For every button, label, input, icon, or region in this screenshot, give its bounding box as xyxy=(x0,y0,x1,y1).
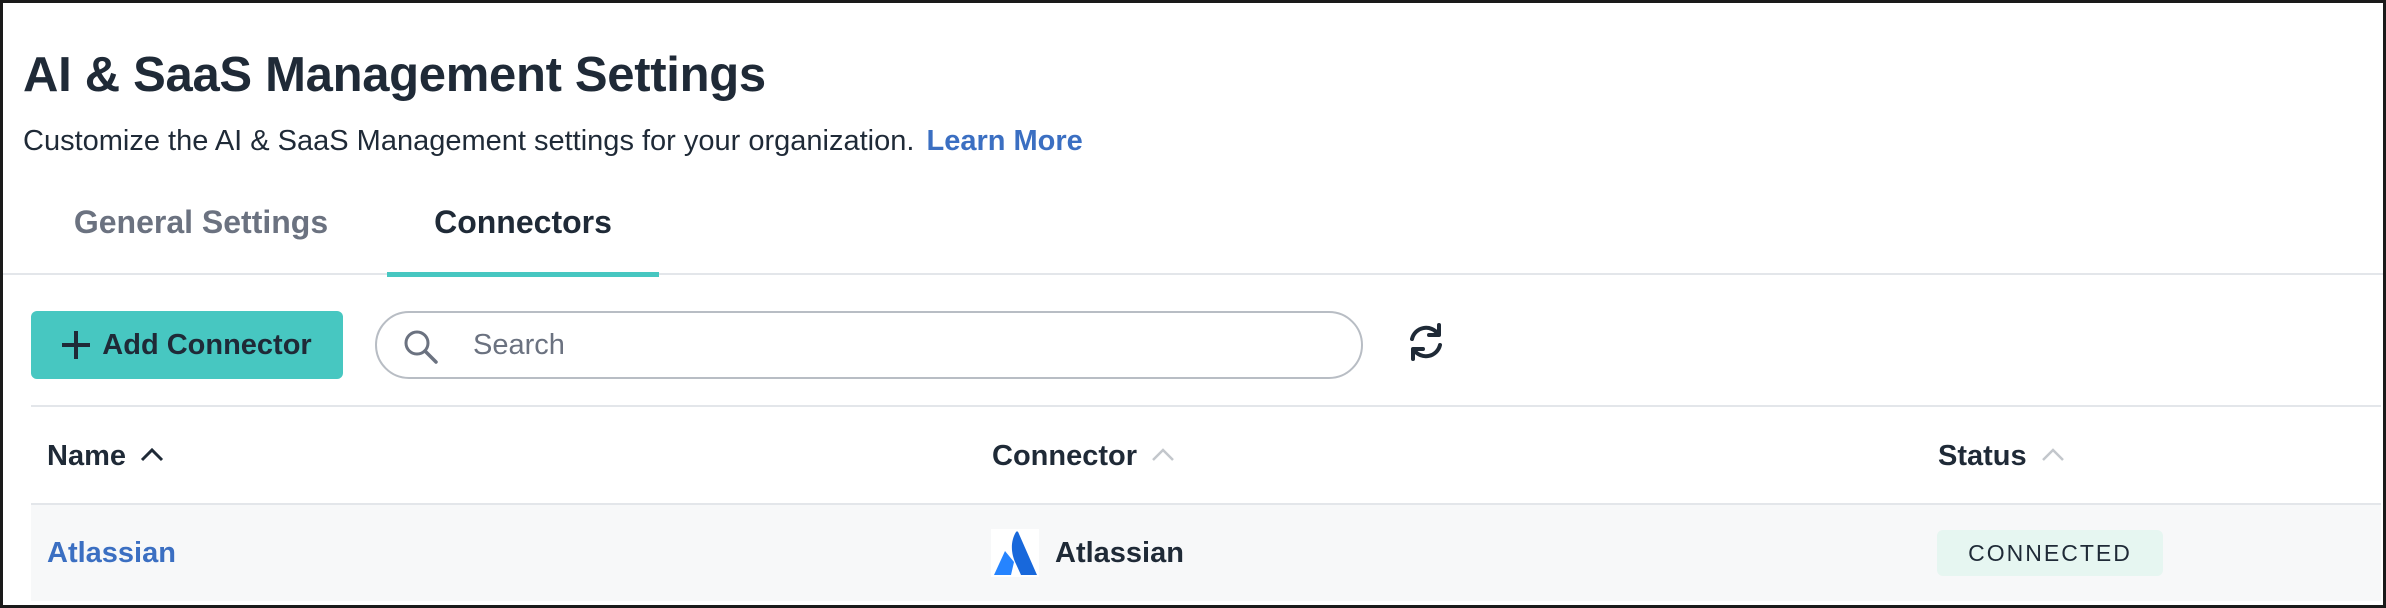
description-text: Customize the AI & SaaS Management setti… xyxy=(23,125,915,157)
column-header-label: Status xyxy=(1938,440,2027,472)
add-connector-label: Add Connector xyxy=(102,328,312,361)
status-cell: CONNECTED xyxy=(1937,505,2163,601)
connector-type-label: Atlassian xyxy=(1055,536,1184,569)
add-connector-button[interactable]: Add Connector xyxy=(31,311,343,379)
search-box[interactable] xyxy=(375,311,1363,379)
page-title: AI & SaaS Management Settings xyxy=(23,48,766,102)
settings-page: AI & SaaS Management Settings Customize … xyxy=(0,0,2386,608)
sort-unsorted-icon xyxy=(1152,448,1174,462)
column-header-status[interactable]: Status xyxy=(1938,407,2065,505)
connector-cell: Atlassian xyxy=(991,505,1184,601)
column-header-label: Connector xyxy=(992,440,1137,472)
learn-more-link[interactable]: Learn More xyxy=(927,125,1083,157)
search-input[interactable] xyxy=(473,323,1333,367)
table-header: Name Connector Status xyxy=(31,407,2381,505)
plus-icon xyxy=(62,331,91,359)
connectors-table: Name Connector Status Atlassian Atlassia… xyxy=(31,405,2381,601)
page-description: Customize the AI & SaaS Management setti… xyxy=(23,125,1083,158)
tab-bar: General Settings Connectors xyxy=(3,189,2383,277)
tab-connectors[interactable]: Connectors xyxy=(387,189,659,277)
connector-name-link[interactable]: Atlassian xyxy=(47,505,176,601)
table-row[interactable]: Atlassian Atlassian CONNECTED xyxy=(31,505,2381,601)
column-header-name[interactable]: Name xyxy=(47,407,164,505)
sort-ascending-icon xyxy=(141,448,164,462)
status-badge: CONNECTED xyxy=(1937,530,2163,576)
atlassian-logo-icon xyxy=(991,529,1039,577)
search-icon xyxy=(404,330,438,364)
tab-general-settings[interactable]: General Settings xyxy=(43,189,359,275)
sort-unsorted-icon xyxy=(2041,448,2064,462)
refresh-icon[interactable] xyxy=(1403,319,1449,365)
column-header-connector[interactable]: Connector xyxy=(992,407,1175,505)
column-header-label: Name xyxy=(47,440,126,472)
